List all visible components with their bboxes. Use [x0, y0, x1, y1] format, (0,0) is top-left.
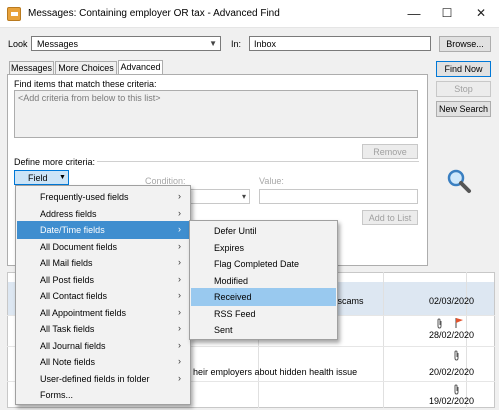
- chevron-right-icon: ›: [178, 373, 181, 383]
- add-to-list-button[interactable]: Add to List: [362, 210, 418, 225]
- menu-item-label: All Appointment fields: [40, 308, 127, 318]
- row-date: 28/02/2020: [429, 330, 475, 340]
- find-items-label: Find items that match these criteria:: [14, 79, 157, 89]
- chevron-down-icon: ▼: [209, 39, 217, 48]
- chevron-right-icon: ›: [178, 257, 181, 267]
- menu-item-label: All Document fields: [40, 242, 118, 252]
- chevron-right-icon: ›: [178, 340, 181, 350]
- field-dropdown-button[interactable]: Field ▼: [14, 170, 69, 185]
- datetime-submenu: Defer Until Expires Flag Completed Date …: [189, 220, 338, 340]
- chevron-right-icon: ›: [178, 208, 181, 218]
- menu-item-label: Sent: [214, 325, 233, 335]
- menu-item-label: RSS Feed: [214, 309, 256, 319]
- minimize-button[interactable]: —: [404, 5, 424, 22]
- menu-item-datetime-fields[interactable]: Date/Time fields ›: [17, 221, 189, 239]
- row-subject: heir employers about hidden health issue: [193, 367, 358, 377]
- menu-item-label: Address fields: [40, 209, 97, 219]
- define-more-label: Define more criteria:: [14, 157, 96, 167]
- menu-item-forms[interactable]: Forms...: [17, 386, 189, 404]
- menu-item-label: Expires: [214, 243, 245, 253]
- chevron-down-icon: ▾: [241, 192, 246, 201]
- menu-item-label: Frequently-used fields: [40, 192, 129, 202]
- submenu-item-sent[interactable]: Sent: [191, 321, 336, 339]
- chevron-right-icon: ›: [178, 191, 181, 201]
- browse-button[interactable]: Browse...: [439, 36, 491, 52]
- chevron-right-icon: ›: [178, 274, 181, 284]
- field-button-label: Field: [28, 173, 48, 183]
- window-title: Messages: Containing employer OR tax - A…: [28, 8, 280, 19]
- chevron-right-icon: ›: [178, 224, 181, 234]
- new-search-button[interactable]: New Search: [436, 101, 491, 117]
- menu-item-label: Received: [214, 292, 252, 302]
- stop-button[interactable]: Stop: [436, 81, 491, 97]
- in-label: In:: [231, 39, 242, 49]
- criteria-list[interactable]: <Add criteria from below to this list>: [14, 90, 418, 138]
- menu-item-label: All Task fields: [40, 324, 95, 334]
- paperclip-icon: [454, 384, 459, 395]
- menu-item-label: Date/Time fields: [40, 225, 105, 235]
- outlook-envelope-icon: [7, 7, 21, 21]
- row-date: 19/02/2020: [429, 396, 475, 406]
- menu-item-mail-fields[interactable]: All Mail fields ›: [17, 254, 189, 272]
- triangle-down-icon: ▼: [59, 174, 66, 181]
- look-label: Look: [8, 39, 28, 49]
- field-menu: Frequently-used fields › Address fields …: [15, 185, 191, 405]
- chevron-right-icon: ›: [178, 290, 181, 300]
- menu-item-label: All Note fields: [40, 357, 96, 367]
- value-input[interactable]: [259, 189, 418, 204]
- chevron-right-icon: ›: [178, 323, 181, 333]
- row-date: 20/02/2020: [429, 367, 475, 377]
- maximize-button[interactable]: ☐: [437, 5, 457, 22]
- submenu-item-flag-completed-date[interactable]: Flag Completed Date: [191, 255, 336, 273]
- value-label: Value:: [259, 176, 284, 186]
- look-value: Messages: [37, 39, 79, 49]
- divider: [97, 161, 419, 162]
- look-combo[interactable]: Messages ▼: [31, 36, 221, 51]
- menu-item-frequently-used[interactable]: Frequently-used fields ›: [17, 188, 189, 206]
- menu-item-label: Flag Completed Date: [214, 259, 300, 269]
- in-value: Inbox: [254, 39, 277, 49]
- menu-item-label: Defer Until: [214, 226, 257, 236]
- row-date: 02/03/2020: [429, 296, 475, 306]
- paperclip-icon: [454, 350, 459, 361]
- magnifier-icon: [447, 169, 471, 193]
- menu-item-task-fields[interactable]: All Task fields ›: [17, 320, 189, 338]
- tab-more-choices[interactable]: More Choices: [55, 61, 117, 75]
- menu-item-label: User-defined fields in folder: [40, 374, 150, 384]
- menu-item-label: Forms...: [40, 390, 73, 400]
- menu-item-contact-fields[interactable]: All Contact fields ›: [17, 287, 189, 305]
- menu-item-note-fields[interactable]: All Note fields ›: [17, 353, 189, 371]
- submenu-item-defer-until[interactable]: Defer Until: [191, 222, 336, 240]
- column-divider: [383, 272, 384, 408]
- chevron-right-icon: ›: [178, 241, 181, 251]
- chevron-right-icon: ›: [178, 356, 181, 366]
- find-now-button[interactable]: Find Now: [436, 61, 491, 77]
- menu-item-label: All Journal fields: [40, 341, 106, 351]
- menu-item-label: All Mail fields: [40, 258, 93, 268]
- flag-icon[interactable]: [454, 317, 464, 328]
- column-divider: [466, 272, 467, 408]
- remove-button[interactable]: Remove: [362, 144, 418, 159]
- menu-item-label: All Contact fields: [40, 291, 108, 301]
- tab-messages[interactable]: Messages: [9, 61, 54, 75]
- paperclip-icon: [437, 318, 442, 329]
- menu-item-label: All Post fields: [40, 275, 95, 285]
- menu-item-label: Modified: [214, 276, 249, 286]
- close-button[interactable]: ✕: [471, 5, 491, 22]
- criteria-placeholder: <Add criteria from below to this list>: [18, 93, 161, 103]
- tab-advanced[interactable]: Advanced: [118, 60, 163, 75]
- submenu-item-received[interactable]: Received: [191, 288, 336, 306]
- in-field: Inbox: [249, 36, 431, 51]
- chevron-right-icon: ›: [178, 307, 181, 317]
